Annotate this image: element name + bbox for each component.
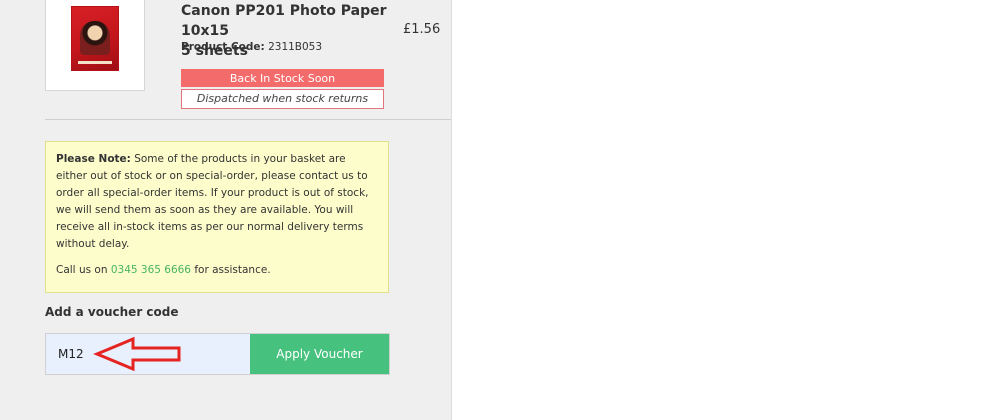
basket-panel: Canon PP201 Photo Paper 10x15 5 sheets P… [0,0,452,420]
notice-contact: Call us on 0345 365 6666 for assistance. [56,262,378,279]
phone-link[interactable]: 0345 365 6666 [111,264,191,276]
annotation-arrow-icon [93,336,181,372]
call-prefix: Call us on [56,264,108,276]
apply-voucher-button[interactable]: Apply Voucher [250,334,389,374]
notice-text: Please Note: Some of the products in you… [56,151,378,253]
voucher-heading: Add a voucher code [45,305,179,319]
product-name-line1: Canon PP201 Photo Paper 10x15 [181,3,387,39]
product-code-value: 2311B053 [268,41,323,53]
portrait-graphic [80,21,110,55]
section-divider [45,119,451,120]
product-code: Product Code: 2311B053 [181,41,322,53]
product-thumbnail[interactable] [45,0,145,91]
product-price: £1.56 [403,22,441,37]
stock-status-badge: Back In Stock Soon [181,69,384,87]
product-code-label: Product Code: [181,41,265,53]
stock-notice: Please Note: Some of the products in you… [45,141,389,293]
notice-lead: Please Note: [56,153,131,165]
call-suffix: for assistance. [194,264,271,276]
package-stripe [78,61,112,64]
photo-paper-image [72,7,118,70]
dispatch-note: Dispatched when stock returns [181,89,384,109]
notice-body: Some of the products in your basket are … [56,153,369,250]
